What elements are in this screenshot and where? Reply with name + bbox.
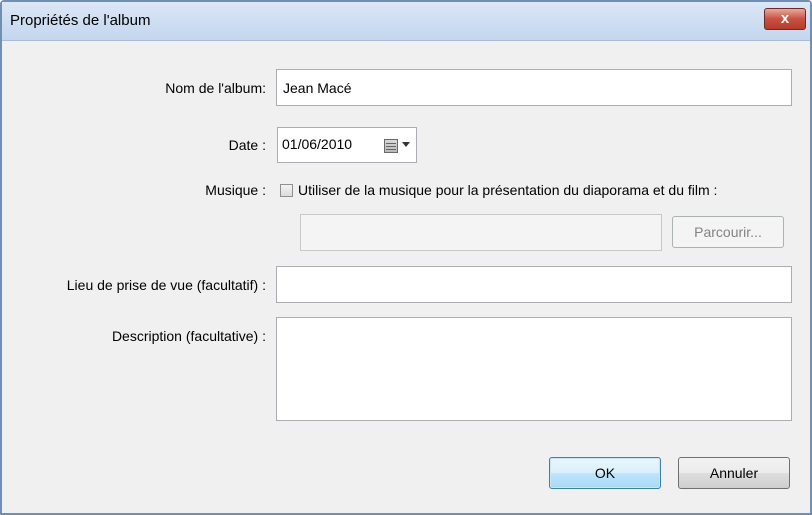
close-icon: x (780, 10, 790, 27)
ok-button[interactable]: OK (549, 457, 661, 489)
album-name-label: Nom de l'album: (165, 80, 266, 96)
album-name-input[interactable] (276, 69, 792, 106)
calendar-icon[interactable] (384, 139, 398, 153)
music-path-input[interactable] (300, 214, 662, 251)
description-label: Description (facultative) : (111, 328, 266, 344)
description-textarea[interactable] (276, 317, 792, 421)
date-value: 01/06/2010 (282, 136, 353, 152)
cancel-button[interactable]: Annuler (678, 457, 790, 489)
browse-button[interactable]: Parcourir... (672, 216, 784, 248)
use-music-label: Utiliser de la musique pour la présentat… (298, 182, 718, 198)
dialog-title: Propriétés de l'album (10, 12, 151, 29)
date-label: Date : (228, 137, 266, 153)
location-label: Lieu de prise de vue (facultatif) : (66, 277, 266, 293)
location-input[interactable] (276, 266, 792, 303)
date-picker[interactable]: 01/06/2010 (277, 127, 417, 163)
close-button[interactable]: x (764, 8, 806, 30)
music-label: Musique : (205, 182, 266, 198)
title-bar: Propriétés de l'album x (2, 2, 810, 41)
chevron-down-icon[interactable] (402, 142, 410, 147)
use-music-checkbox[interactable] (280, 184, 293, 197)
album-properties-dialog: Propriétés de l'album x Nom de l'album: … (0, 0, 812, 515)
